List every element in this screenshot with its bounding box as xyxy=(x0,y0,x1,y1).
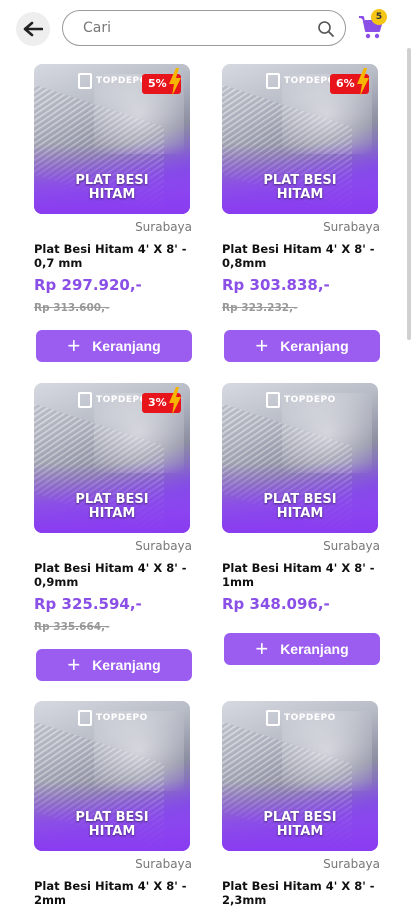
product-price: Rp 297.920,- xyxy=(34,276,142,294)
brand-name: TOPDEPO xyxy=(96,713,148,723)
flash-sale-icon xyxy=(169,68,181,96)
product-image[interactable]: TOPDEPO PLAT BESI HITAM xyxy=(222,701,378,851)
product-city: Surabaya xyxy=(135,220,192,234)
brand-logo: TOPDEPO xyxy=(78,710,148,726)
product-image[interactable]: TOPDEPO PLAT BESI HITAM 6% xyxy=(222,64,378,214)
product-image[interactable]: TOPDEPO PLAT BESI HITAM 5% xyxy=(34,64,190,214)
product-price: Rp 325.594,- xyxy=(34,595,142,613)
image-title: PLAT BESI HITAM xyxy=(263,492,337,521)
flash-sale-icon xyxy=(357,68,369,96)
brand-logo: TOPDEPO xyxy=(78,73,148,89)
plus-icon: + xyxy=(255,333,269,358)
product-name[interactable]: Plat Besi Hitam 4' X 8' - 0,8mm xyxy=(222,242,380,270)
plus-icon: + xyxy=(255,636,269,661)
back-button[interactable] xyxy=(16,12,50,46)
add-to-cart-button[interactable]: + Keranjang xyxy=(36,649,192,681)
top-bar: 5 xyxy=(0,0,412,56)
image-title: PLAT BESI HITAM xyxy=(75,810,149,839)
plus-icon: + xyxy=(67,652,81,677)
search-input[interactable] xyxy=(83,11,303,45)
image-title: PLAT BESI HITAM xyxy=(263,810,337,839)
add-to-cart-label: Keranjang xyxy=(92,338,161,354)
product-name[interactable]: Plat Besi Hitam 4' X 8' - 0,7 mm xyxy=(34,242,192,270)
product-city: Surabaya xyxy=(323,220,380,234)
product-name[interactable]: Plat Besi Hitam 4' X 8' - 1mm xyxy=(222,561,380,589)
brand-logo: TOPDEPO xyxy=(78,392,148,408)
cart-count-badge: 5 xyxy=(371,9,387,25)
brand-name: TOPDEPO xyxy=(284,76,336,86)
flash-sale-icon xyxy=(169,387,181,415)
image-title: PLAT BESI HITAM xyxy=(75,173,149,202)
add-to-cart-button[interactable]: + Keranjang xyxy=(36,330,192,362)
add-to-cart-button[interactable]: + Keranjang xyxy=(224,330,380,362)
product-city: Surabaya xyxy=(135,857,192,871)
plus-icon: + xyxy=(67,333,81,358)
brand-name: TOPDEPO xyxy=(284,395,336,405)
product-city: Surabaya xyxy=(323,539,380,553)
brand-logo: TOPDEPO xyxy=(266,392,336,408)
product-image[interactable]: TOPDEPO PLAT BESI HITAM xyxy=(222,383,378,533)
add-to-cart-label: Keranjang xyxy=(92,657,161,673)
back-arrow-icon xyxy=(23,21,43,37)
brand-logo: TOPDEPO xyxy=(266,710,336,726)
image-title: PLAT BESI HITAM xyxy=(263,173,337,202)
product-city: Surabaya xyxy=(135,539,192,553)
search-icon[interactable] xyxy=(317,20,335,38)
product-city: Surabaya xyxy=(323,857,380,871)
product-original-price: Rp 323.232,- xyxy=(222,302,298,314)
add-to-cart-label: Keranjang xyxy=(280,641,349,657)
product-name[interactable]: Plat Besi Hitam 4' X 8' - 2mm xyxy=(34,879,192,907)
brand-name: TOPDEPO xyxy=(96,395,148,405)
brand-name: TOPDEPO xyxy=(284,713,336,723)
scrollbar[interactable] xyxy=(407,48,411,340)
product-image[interactable]: TOPDEPO PLAT BESI HITAM xyxy=(34,701,190,851)
brand-logo: TOPDEPO xyxy=(266,73,336,89)
add-to-cart-button[interactable]: + Keranjang xyxy=(224,633,380,665)
add-to-cart-label: Keranjang xyxy=(280,338,349,354)
brand-name: TOPDEPO xyxy=(96,76,148,86)
product-name[interactable]: Plat Besi Hitam 4' X 8' - 2,3mm xyxy=(222,879,380,907)
image-title: PLAT BESI HITAM xyxy=(75,492,149,521)
search-bar xyxy=(62,10,346,46)
product-image[interactable]: TOPDEPO PLAT BESI HITAM 3% xyxy=(34,383,190,533)
product-original-price: Rp 335.664,- xyxy=(34,621,110,633)
product-price: Rp 303.838,- xyxy=(222,276,330,294)
product-price: Rp 348.096,- xyxy=(222,595,330,613)
product-name[interactable]: Plat Besi Hitam 4' X 8' - 0,9mm xyxy=(34,561,192,589)
product-original-price: Rp 313.600,- xyxy=(34,302,110,314)
